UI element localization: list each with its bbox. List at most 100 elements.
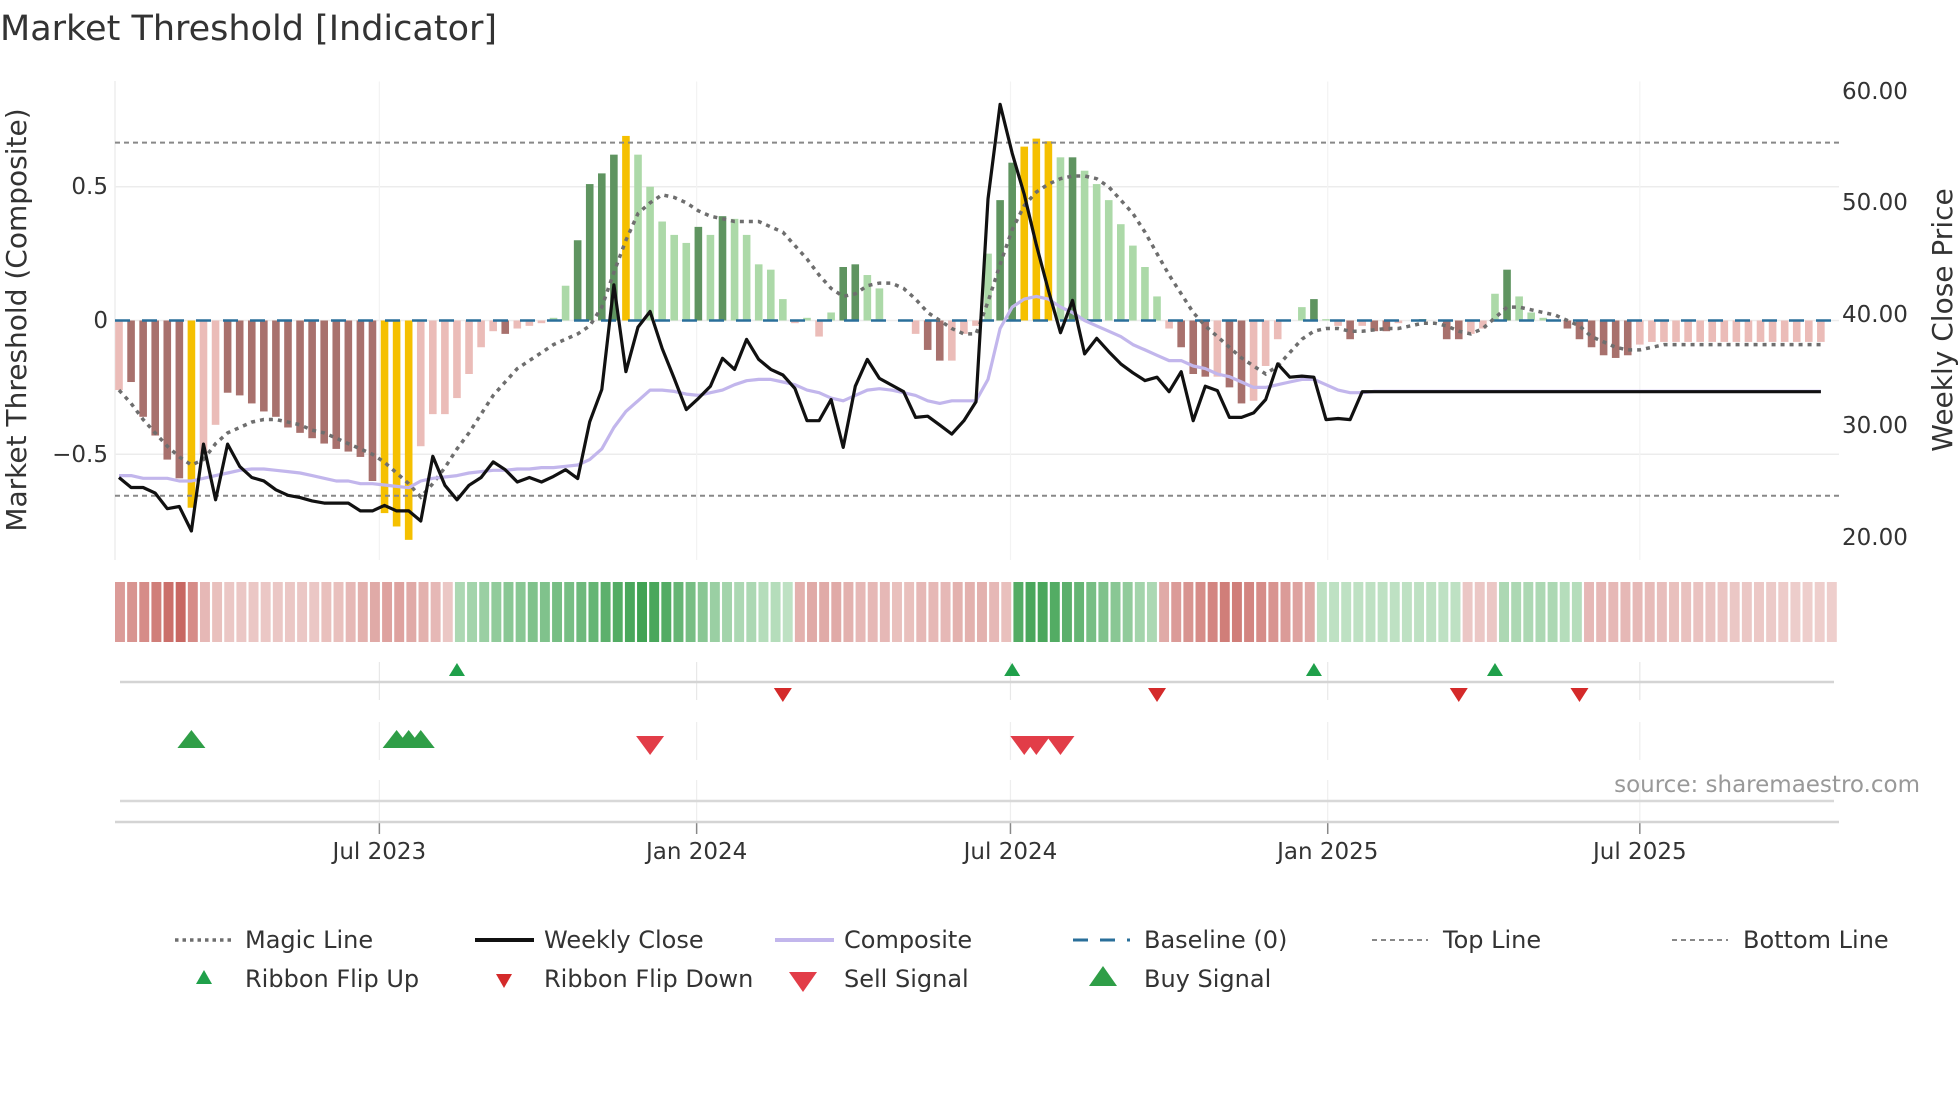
ribbon-cell — [345, 582, 356, 642]
legend-item-baseline: Baseline (0) — [1073, 926, 1287, 954]
histogram-bar — [1720, 320, 1729, 342]
ribbon-cell — [1681, 582, 1692, 642]
ribbon-cell — [794, 582, 805, 642]
left-tick-label: 0.5 — [71, 174, 108, 200]
ribbon-cell — [1693, 582, 1704, 642]
histogram-bar — [1491, 293, 1499, 321]
ribbon-cell — [576, 582, 587, 642]
ribbon-cell — [904, 582, 915, 642]
ribbon-cell — [284, 582, 295, 642]
ribbon-cell — [1341, 582, 1352, 642]
histogram-bar — [1008, 162, 1016, 321]
ribbon-cell — [272, 582, 283, 642]
ribbon-cell — [503, 582, 514, 642]
ribbon-cell — [1644, 582, 1655, 642]
ribbon-cell — [1195, 582, 1206, 642]
legend-label: Weekly Close — [544, 926, 704, 954]
ribbon-cell — [734, 582, 745, 642]
right-tick-label: 40.00 — [1842, 302, 1908, 328]
histogram-bar — [332, 320, 341, 449]
ribbon-cell — [1171, 582, 1182, 642]
histogram-bar — [996, 200, 1004, 321]
histogram-bar — [501, 320, 510, 334]
ribbon-cell — [831, 582, 842, 642]
histogram-bar — [935, 320, 944, 361]
ribbon-cell — [260, 582, 271, 642]
histogram-bar — [441, 320, 449, 415]
right-tick-label: 60.00 — [1842, 79, 1908, 105]
legend-label: Sell Signal — [844, 965, 969, 993]
legend-label: Ribbon Flip Up — [245, 965, 419, 993]
sell-signal-marker — [636, 736, 665, 755]
left-axis-title: Market Threshold (Composite) — [0, 108, 33, 531]
ribbon-cell — [1086, 582, 1097, 642]
histogram-bar — [670, 234, 679, 321]
ribbon-cell — [1426, 582, 1437, 642]
histogram-bar — [235, 320, 244, 396]
ribbon-cell — [1414, 582, 1425, 642]
histogram-bar — [1503, 269, 1511, 321]
histogram-bar — [1660, 320, 1668, 342]
legend-item-weekly-close: Weekly Close — [475, 926, 704, 954]
histogram-bar — [779, 299, 787, 321]
histogram-bar — [682, 242, 691, 321]
x-tick-label: Jul 2025 — [1591, 839, 1687, 865]
ribbon-cell — [1183, 582, 1194, 642]
ribbon-cell — [163, 582, 174, 642]
triangle-down-icon — [496, 974, 512, 988]
histogram-bar — [429, 320, 437, 415]
histogram-bar — [260, 320, 268, 412]
ribbon-cell — [928, 582, 939, 642]
ribbon-cell — [515, 582, 526, 642]
histogram-bar — [320, 320, 328, 444]
histogram-bar — [477, 320, 485, 348]
ribbon-cell — [1292, 582, 1303, 642]
right-axis-title: Weekly Close Price — [1926, 188, 1959, 451]
ribbon-cell — [624, 582, 635, 642]
ribbon-cell — [527, 582, 538, 642]
ribbon-cell — [151, 582, 162, 642]
ribbon-cell — [1219, 582, 1230, 642]
histogram-bar — [718, 216, 727, 321]
ribbon-cell — [1717, 582, 1728, 642]
ribbon-cell — [1620, 582, 1631, 642]
ribbon-cell — [1608, 582, 1619, 642]
ribbon-cell — [564, 582, 575, 642]
legend-label: Composite — [844, 926, 972, 954]
ribbon-cell — [1705, 582, 1716, 642]
histogram-bar — [404, 320, 413, 540]
legend-item-ribbon-flip-up: Ribbon Flip Up — [196, 965, 419, 993]
histogram-bar — [1780, 320, 1789, 342]
ribbon-cell — [1074, 582, 1085, 642]
ribbon-cell — [1401, 582, 1412, 642]
histogram-bar — [561, 285, 570, 321]
ribbon-cell — [382, 582, 393, 642]
legend-label: Baseline (0) — [1144, 926, 1287, 954]
ribbon-cell — [479, 582, 490, 642]
ribbon-cell — [1814, 582, 1825, 642]
ribbon-flip-up-marker — [1004, 663, 1021, 676]
ribbon-cell — [236, 582, 247, 642]
ribbon-cell — [1632, 582, 1643, 642]
ribbon-cell — [1134, 582, 1145, 642]
ribbon-cell — [867, 582, 878, 642]
triangle-up-icon — [196, 970, 212, 984]
histogram-bar — [1805, 320, 1813, 342]
ribbon-cell — [1547, 582, 1558, 642]
histogram-bar — [199, 320, 208, 455]
ribbon-cell — [1729, 582, 1740, 642]
histogram-bar — [658, 221, 666, 321]
ribbon-cell — [1486, 582, 1497, 642]
ribbon-cell — [722, 582, 732, 642]
ribbon-cell — [309, 582, 320, 642]
histogram-bar — [115, 320, 123, 391]
ribbon-cell — [127, 582, 138, 642]
ribbon-cell — [1389, 582, 1400, 642]
ribbon-cell — [588, 582, 599, 642]
ribbon-cell — [612, 582, 623, 642]
histogram-bar — [1696, 320, 1704, 342]
ribbon-cell — [1656, 582, 1667, 642]
histogram-bar — [815, 320, 823, 337]
ribbon-cell — [989, 582, 1000, 642]
x-tick-label: Jul 2024 — [962, 839, 1058, 865]
